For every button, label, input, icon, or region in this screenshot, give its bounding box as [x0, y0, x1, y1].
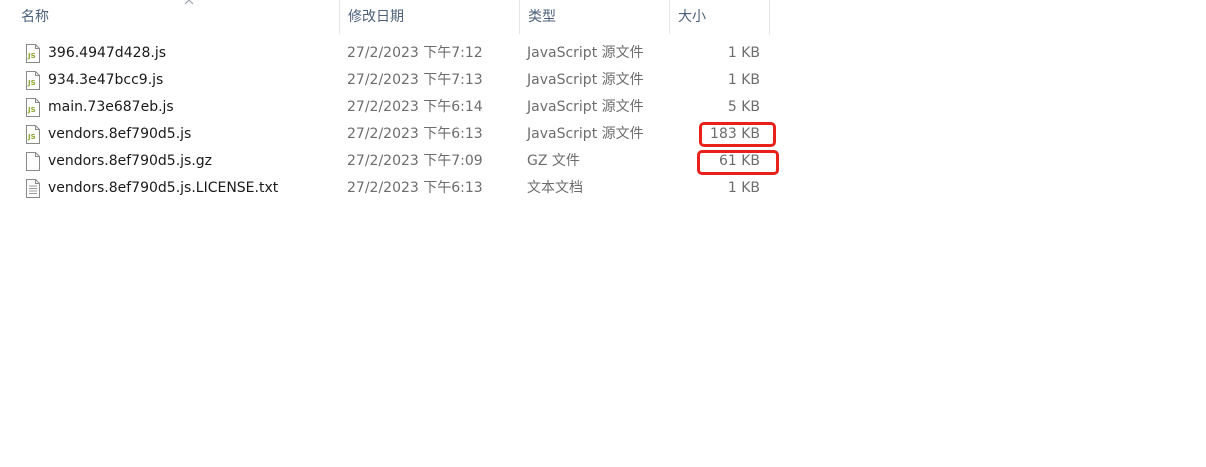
- file-name: main.73e687eb.js: [48, 99, 174, 115]
- js-file-icon: JS: [26, 98, 40, 117]
- file-type: 文本文档: [527, 180, 583, 196]
- file-date: 27/2/2023 下午7:09: [347, 153, 483, 169]
- file-row[interactable]: JS main.73e687eb.js 27/2/2023 下午6:14 Jav…: [0, 94, 780, 121]
- text-file-icon: [26, 179, 40, 198]
- file-row[interactable]: vendors.8ef790d5.js.gz 27/2/2023 下午7:09 …: [0, 148, 780, 175]
- file-type: JavaScript 源文件: [527, 126, 644, 142]
- column-header-name[interactable]: 名称: [13, 0, 340, 34]
- file-type: JavaScript 源文件: [527, 72, 644, 88]
- file-row[interactable]: JS 396.4947d428.js 27/2/2023 下午7:12 Java…: [0, 40, 780, 67]
- column-header-date-label: 修改日期: [348, 9, 404, 25]
- js-file-icon: JS: [26, 44, 40, 63]
- file-size: 1 KB: [727, 72, 760, 88]
- file-size: 1 KB: [727, 45, 760, 61]
- file-explorer-window: 名称 修改日期 类型 大小 JS 396.4947d428.js 27/2/20…: [0, 0, 1206, 467]
- column-header-type[interactable]: 类型: [520, 0, 670, 34]
- file-type: GZ 文件: [527, 153, 580, 169]
- file-name: vendors.8ef790d5.js.gz: [48, 153, 213, 169]
- svg-text:JS: JS: [27, 106, 36, 114]
- column-header-name-label: 名称: [21, 9, 49, 25]
- file-name: 934.3e47bcc9.js: [48, 72, 164, 88]
- file-row[interactable]: JS 934.3e47bcc9.js 27/2/2023 下午7:13 Java…: [0, 67, 780, 94]
- file-type: JavaScript 源文件: [527, 45, 644, 61]
- file-name: vendors.8ef790d5.js: [48, 126, 192, 142]
- file-row[interactable]: vendors.8ef790d5.js.LICENSE.txt 27/2/202…: [0, 175, 780, 202]
- file-size: 61 KB: [718, 153, 760, 169]
- column-header-date[interactable]: 修改日期: [340, 0, 520, 34]
- column-header-size-label: 大小: [678, 9, 706, 25]
- file-name: vendors.8ef790d5.js.LICENSE.txt: [48, 180, 279, 196]
- js-file-icon: JS: [26, 71, 40, 90]
- svg-text:JS: JS: [27, 79, 36, 87]
- file-size: 5 KB: [727, 99, 760, 115]
- file-size: 1 KB: [727, 180, 760, 196]
- file-date: 27/2/2023 下午7:13: [347, 72, 483, 88]
- column-header-type-label: 类型: [528, 9, 556, 25]
- file-date: 27/2/2023 下午7:12: [347, 45, 483, 61]
- column-header-row: 名称 修改日期 类型 大小: [0, 0, 770, 34]
- file-row[interactable]: JS vendors.8ef790d5.js 27/2/2023 下午6:13 …: [0, 121, 780, 148]
- file-date: 27/2/2023 下午6:14: [347, 99, 483, 115]
- blank-file-icon: [26, 152, 40, 171]
- js-file-icon: JS: [26, 125, 40, 144]
- file-size: 183 KB: [710, 126, 760, 142]
- file-date: 27/2/2023 下午6:13: [347, 180, 483, 196]
- file-list: JS 396.4947d428.js 27/2/2023 下午7:12 Java…: [0, 40, 780, 202]
- file-date: 27/2/2023 下午6:13: [347, 126, 483, 142]
- file-type: JavaScript 源文件: [527, 99, 644, 115]
- sort-ascending-icon: [184, 0, 194, 5]
- svg-text:JS: JS: [27, 133, 36, 141]
- file-name: 396.4947d428.js: [48, 45, 167, 61]
- svg-text:JS: JS: [27, 52, 36, 60]
- column-header-size[interactable]: 大小: [670, 0, 770, 34]
